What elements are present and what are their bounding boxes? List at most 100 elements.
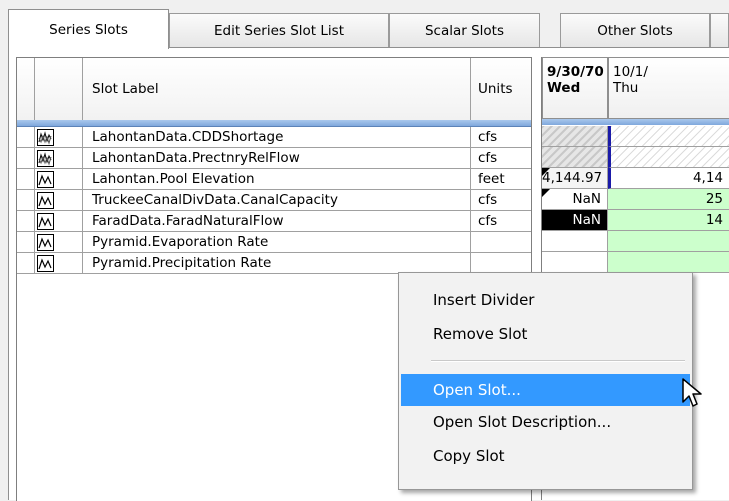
grid-value-cell[interactable] <box>542 147 608 168</box>
menu-item-copy-slot[interactable]: Copy Slot <box>401 440 690 472</box>
row-gutter[interactable] <box>17 190 35 211</box>
grid-value-cell[interactable] <box>542 252 608 273</box>
slot-row[interactable]: FaradData.FaradNaturalFlow cfs <box>17 211 531 232</box>
context-menu: Insert Divider Remove Slot Open Slot... … <box>398 272 693 490</box>
grid-value-cell[interactable] <box>542 126 608 147</box>
slot-units-cell[interactable]: feet <box>471 169 531 190</box>
tab-scalar-slots[interactable]: Scalar Slots <box>389 13 540 47</box>
row-gutter[interactable] <box>17 232 35 253</box>
slot-units: cfs <box>478 129 498 145</box>
header-units-text: Units <box>478 81 513 97</box>
tab-label: Series Slots <box>49 21 128 38</box>
multi-series-slot-icon <box>37 150 54 167</box>
header-slot-label[interactable]: Slot Label <box>83 58 471 120</box>
date-header-day: Wed <box>547 80 581 96</box>
slot-units: cfs <box>478 192 498 208</box>
slot-label-cell[interactable]: Pyramid.Evaporation Rate <box>83 232 471 253</box>
row-gutter[interactable] <box>17 211 35 232</box>
series-slot-icon <box>37 255 54 272</box>
slot-units-cell[interactable] <box>471 253 531 274</box>
slot-row[interactable]: Pyramid.Evaporation Rate <box>17 232 531 253</box>
slot-units-cell[interactable] <box>471 232 531 253</box>
slot-label-cell[interactable]: Lahontan.Pool Elevation <box>83 169 471 190</box>
row-gutter[interactable] <box>17 253 35 274</box>
date-column-header[interactable]: 10/1/ Thu <box>608 57 729 119</box>
slot-row[interactable]: LahontanData.PrectnryRelFlow cfs <box>17 148 531 169</box>
tab-label: Scalar Slots <box>424 22 505 39</box>
slot-label: TruckeeCanalDivData.CanalCapacity <box>92 192 338 208</box>
slot-label: LahontanData.CDDShortage <box>92 129 284 145</box>
tab-series-slots[interactable]: Series Slots <box>8 9 169 49</box>
slot-label-cell[interactable]: LahontanData.CDDShortage <box>83 127 471 148</box>
tab-label: Other Slots <box>597 22 673 39</box>
grid-value-cell[interactable]: 4,144.97 <box>542 168 608 189</box>
slot-label-cell[interactable]: FaradData.FaradNaturalFlow <box>83 211 471 232</box>
date-header-date: 10/1/ <box>613 64 648 80</box>
menu-item-label: Open Slot... <box>433 381 521 399</box>
grid-value: 14 <box>705 212 723 228</box>
header-slot-label-text: Slot Label <box>92 81 159 97</box>
menu-item-label: Insert Divider <box>433 291 535 309</box>
tab-bar: Series Slots Edit Series Slot List Scala… <box>0 0 729 49</box>
slot-label-cell[interactable]: Pyramid.Precipitation Rate <box>83 253 471 274</box>
row-gutter[interactable] <box>17 169 35 190</box>
slot-label-cell[interactable]: LahontanData.PrectnryRelFlow <box>83 148 471 169</box>
grid-value: 4,144.97 <box>542 170 603 186</box>
slot-label: Lahontan.Pool Elevation <box>92 171 255 187</box>
slot-units: cfs <box>478 150 498 166</box>
grid-value-cell[interactable] <box>608 147 729 168</box>
slot-units-cell[interactable]: cfs <box>471 148 531 169</box>
slot-row[interactable]: LahontanData.CDDShortage cfs <box>17 127 531 148</box>
date-header-strip <box>542 119 729 125</box>
grid-value-cell[interactable] <box>542 231 608 252</box>
grid-value-cell[interactable]: 4,14 <box>608 168 729 189</box>
tab-edit-series-slot-list[interactable]: Edit Series Slot List <box>169 13 389 47</box>
tab-other-slots[interactable]: Other Slots <box>560 13 710 47</box>
menu-item-insert-divider[interactable]: Insert Divider <box>401 284 690 316</box>
slot-row[interactable]: TruckeeCanalDivData.CanalCapacity cfs <box>17 190 531 211</box>
tab-label: Edit Series Slot List <box>213 22 344 39</box>
slot-row[interactable]: Pyramid.Precipitation Rate <box>17 253 531 274</box>
mouse-cursor-icon <box>682 378 702 407</box>
menu-item-label: Open Slot Description... <box>433 413 612 431</box>
tab-overflow[interactable] <box>710 13 729 47</box>
slot-label: Pyramid.Evaporation Rate <box>92 234 269 250</box>
grid-value: 25 <box>705 191 723 207</box>
slot-units-cell[interactable]: cfs <box>471 211 531 232</box>
series-slot-icon <box>37 192 54 209</box>
grid-value-cell[interactable]: NaN <box>542 210 608 231</box>
grid-value-cell[interactable] <box>608 231 729 252</box>
slot-table-header: Slot Label Units <box>17 58 531 122</box>
row-gutter[interactable] <box>17 148 35 169</box>
grid-value: NaN <box>572 212 601 228</box>
header-units[interactable]: Units <box>471 58 531 120</box>
date-header-date: 9/30/70 <box>547 64 604 80</box>
header-icon-column <box>35 58 83 120</box>
menu-item-open-slot[interactable]: Open Slot... <box>401 374 690 406</box>
series-slot-icon <box>37 171 54 188</box>
header-corner <box>17 58 35 120</box>
grid-value: 4,14 <box>692 170 723 186</box>
slot-units-cell[interactable]: cfs <box>471 127 531 148</box>
row-gutter[interactable] <box>17 127 35 148</box>
grid-value-cell[interactable]: 25 <box>608 189 729 210</box>
grid-value-cell[interactable] <box>608 126 729 147</box>
slot-units-cell[interactable]: cfs <box>471 190 531 211</box>
multi-series-slot-icon <box>37 129 54 146</box>
series-slot-icon <box>37 213 54 230</box>
slot-units: feet <box>478 171 505 187</box>
menu-item-open-slot-description[interactable]: Open Slot Description... <box>401 406 690 438</box>
menu-separator <box>431 360 685 362</box>
date-column-header[interactable]: 9/30/70 Wed <box>542 57 608 119</box>
slot-row[interactable]: Lahontan.Pool Elevation feet <box>17 169 531 190</box>
slot-label: FaradData.FaradNaturalFlow <box>92 213 284 229</box>
grid-value-cell[interactable]: NaN <box>542 189 608 210</box>
header-strip <box>17 120 531 127</box>
slot-label: LahontanData.PrectnryRelFlow <box>92 150 300 166</box>
slot-label-cell[interactable]: TruckeeCanalDivData.CanalCapacity <box>83 190 471 211</box>
menu-item-remove-slot[interactable]: Remove Slot <box>401 318 690 350</box>
grid-value-cell[interactable]: 14 <box>608 210 729 231</box>
menu-item-label: Copy Slot <box>433 447 505 465</box>
grid-value-cell[interactable] <box>608 252 729 273</box>
menu-item-label: Remove Slot <box>433 325 528 343</box>
